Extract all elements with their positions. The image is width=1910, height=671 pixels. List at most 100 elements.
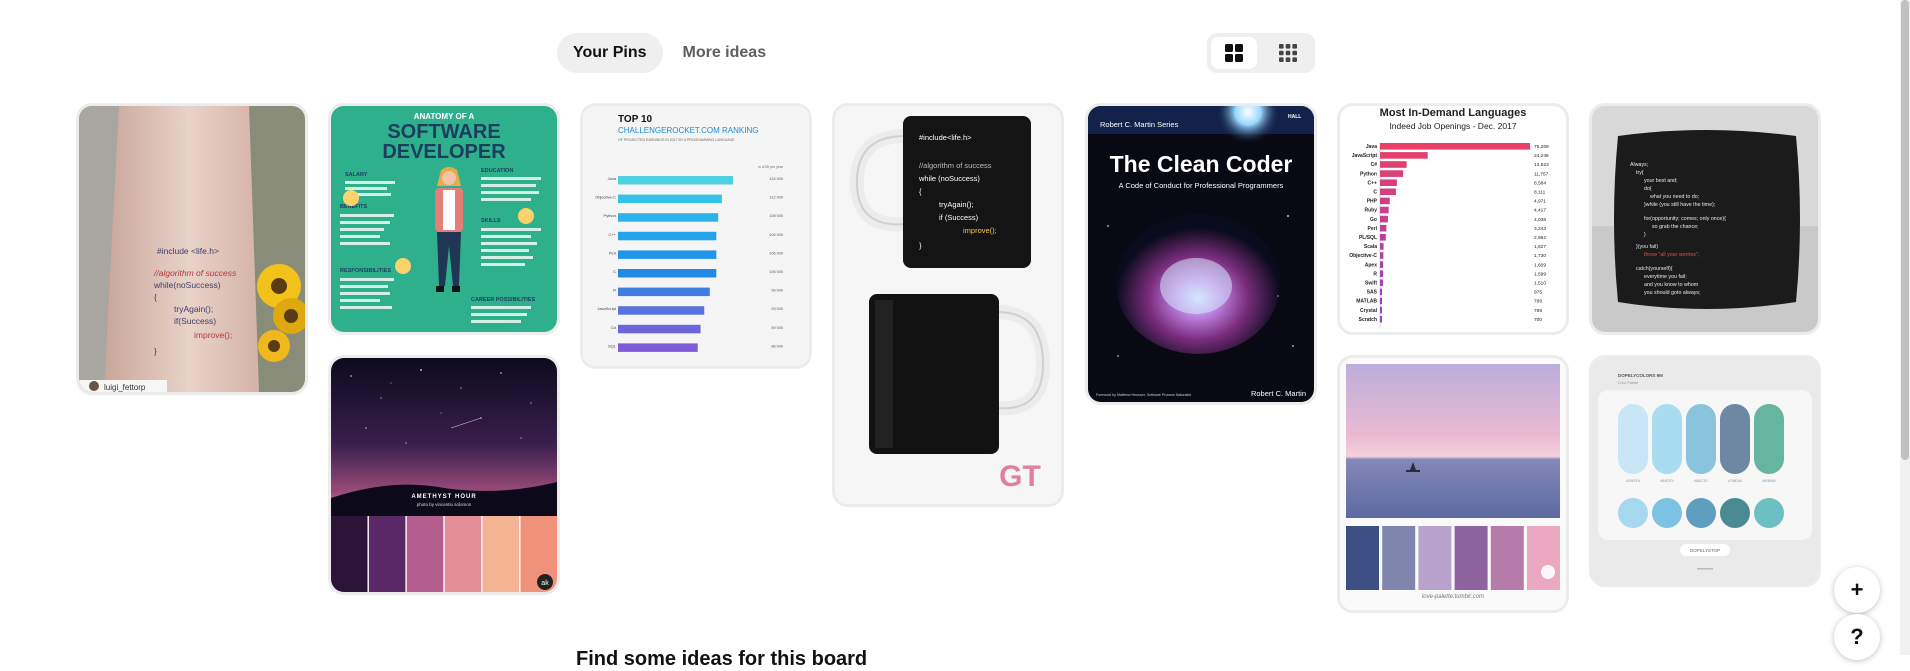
bar: [1380, 197, 1390, 205]
bar: [618, 306, 705, 315]
bar-label: Objective-C: [595, 195, 616, 200]
page-scrollbar[interactable]: [1900, 0, 1910, 655]
bar-label: Python: [1360, 171, 1377, 177]
bar-value: 1,599: [1534, 271, 1546, 277]
palette-caption: love-palette.tumblr.com: [1422, 594, 1484, 600]
bar: [1380, 161, 1407, 168]
pillow-code-line: }while (you still have the time);: [1644, 202, 1715, 208]
color-swatch: [1754, 498, 1784, 528]
pin-ranking-image: TOP 10 CHALLENGEROCKET.COM RANKING OF PR…: [583, 106, 809, 366]
color-swatch: [1754, 404, 1784, 474]
bar-value: 1,730: [1534, 253, 1546, 259]
infographic-title: DEVELOPER: [382, 141, 506, 163]
bar: [1380, 143, 1530, 150]
bar-value: 975: [1534, 290, 1542, 296]
book-series: Robert C. Martin Series: [1100, 120, 1179, 129]
bar-label: Go: [1370, 217, 1377, 223]
bar-label: Python: [604, 213, 616, 218]
bar-value: 99 000: [771, 289, 783, 293]
bar-label: Ruby: [1365, 208, 1378, 214]
bar: [1380, 279, 1383, 287]
bar: [618, 176, 733, 185]
bar-value: 11,757: [1534, 171, 1549, 177]
bar-label: Crystal: [1360, 308, 1378, 314]
bar: [1380, 315, 1382, 323]
bar-label: C++: [1368, 180, 1378, 186]
tattoo-line: while(noSuccess): [153, 280, 221, 290]
question-icon: ?: [1850, 624, 1864, 649]
bar-value: 4,417: [1534, 208, 1546, 214]
ranking-title: TOP 10: [618, 114, 653, 125]
bar-value: 106 000: [769, 251, 783, 255]
pillow-code-line: do{: [1644, 186, 1652, 192]
bar-value: 93 000: [771, 307, 783, 311]
swatch-label: #6FB9A5: [1762, 479, 1776, 483]
color-swatch: [1527, 526, 1560, 590]
mug-brand-logo: GT: [999, 460, 1041, 493]
dopely-brand: DOPELYCOLORS 9M: [1618, 373, 1663, 378]
bar-value: 86 000: [771, 344, 783, 348]
plus-icon: +: [1850, 577, 1864, 602]
tattoo-line: #include <life.h>: [157, 246, 219, 256]
palette-title: AMETHYST HOUR: [411, 494, 476, 500]
tattoo-line: if(Success): [174, 316, 216, 326]
book-publisher: HALL: [1288, 114, 1301, 120]
infographic-title: SOFTWARE: [387, 121, 500, 143]
bar-value: 106 000: [769, 233, 783, 237]
bar-label: MATLAB: [1356, 299, 1377, 305]
bar-value: 3,243: [1534, 226, 1546, 232]
add-pin-button[interactable]: +: [1834, 567, 1880, 613]
mug-code-line: improve();: [963, 226, 997, 235]
bar-label: Apex: [1365, 262, 1377, 268]
avatar: [89, 381, 99, 391]
bar-label: C#: [1371, 162, 1378, 168]
bar: [1380, 261, 1384, 268]
ranking-subtitle: CHALLENGEROCKET.COM RANKING: [618, 126, 758, 135]
pin-code-mugs[interactable]: #include<life.h> //algorithm of success …: [832, 103, 1064, 507]
book-author: Robert C. Martin: [1251, 389, 1306, 398]
dopely-button: DOPELYSTOP: [1690, 548, 1720, 553]
pin-amethyst-palette[interactable]: AMETHYST HOUR photo by vincentiu solomon…: [328, 355, 560, 595]
bar-value: 1,827: [1534, 244, 1546, 250]
bar: [1380, 288, 1382, 296]
default-grid-button[interactable]: [1211, 37, 1257, 69]
bar-label: Java: [608, 176, 617, 181]
swatch-label: #708DA8: [1728, 479, 1742, 483]
ranking-note: OF PROJECTED EARNINGS IN 2017 BY A PROGR…: [618, 138, 735, 142]
bar: [1380, 170, 1404, 177]
pillow-code-line: try{: [1636, 170, 1644, 176]
pin-code-pillow[interactable]: Always; try{ your best and; do{ what you…: [1589, 103, 1821, 335]
help-button[interactable]: ?: [1834, 614, 1880, 660]
bar-label: SAS: [1367, 290, 1378, 296]
pillow-code-line: you should goto always;: [1644, 290, 1701, 296]
bar-value: 76,269: [1534, 144, 1549, 150]
pillow-code-line: for(opportunity; comes; only once){: [1644, 216, 1726, 222]
bar-value: 124 000: [769, 177, 783, 181]
bar-value: 24,248: [1534, 153, 1549, 159]
scrollbar-thumb[interactable]: [1901, 0, 1909, 460]
bar: [1380, 252, 1384, 259]
bar: [1380, 215, 1388, 223]
bar-label: C#: [611, 325, 617, 330]
mug-code-line: tryAgain();: [939, 200, 974, 209]
bar-label: Swift: [1365, 281, 1377, 287]
pin-clean-coder-book[interactable]: Robert C. Martin Series HALL The Clean C…: [1085, 103, 1317, 405]
pillow-code-line: your best and;: [1644, 178, 1678, 184]
bar-label: PL/SQL: [1359, 235, 1377, 241]
color-swatch: [1686, 404, 1716, 474]
pin-tattoo[interactable]: #include <life.h> //algorithm of success…: [76, 103, 308, 395]
tab-more-ideas[interactable]: More ideas: [667, 33, 783, 73]
board-tabs: Your Pins More ideas: [557, 33, 782, 73]
compact-grid-button[interactable]: [1265, 37, 1311, 69]
pin-top10-ranking[interactable]: TOP 10 CHALLENGEROCKET.COM RANKING OF PR…: [580, 103, 812, 369]
color-swatch: [1720, 498, 1750, 528]
pin-dopely-palette[interactable]: DOPELYCOLORS 9M Color Palette #D9ECFA #B4…: [1589, 355, 1821, 587]
tab-your-pins[interactable]: Your Pins: [557, 33, 663, 73]
pin-in-demand-languages[interactable]: Most In-Demand Languages Indeed Job Open…: [1337, 103, 1569, 335]
dopely-sub: Color Palette: [1618, 381, 1638, 385]
pin-seascape-palette[interactable]: love-palette.tumblr.com: [1337, 355, 1569, 613]
section-heading: CAREER POSSIBILITIES: [471, 297, 536, 303]
pin-software-developer[interactable]: ANATOMY OF A SOFTWARE DEVELOPER SALARY E…: [328, 103, 560, 335]
bar-value: 89 000: [771, 326, 783, 330]
pin-tattoo-image: #include <life.h> //algorithm of success…: [79, 106, 305, 392]
